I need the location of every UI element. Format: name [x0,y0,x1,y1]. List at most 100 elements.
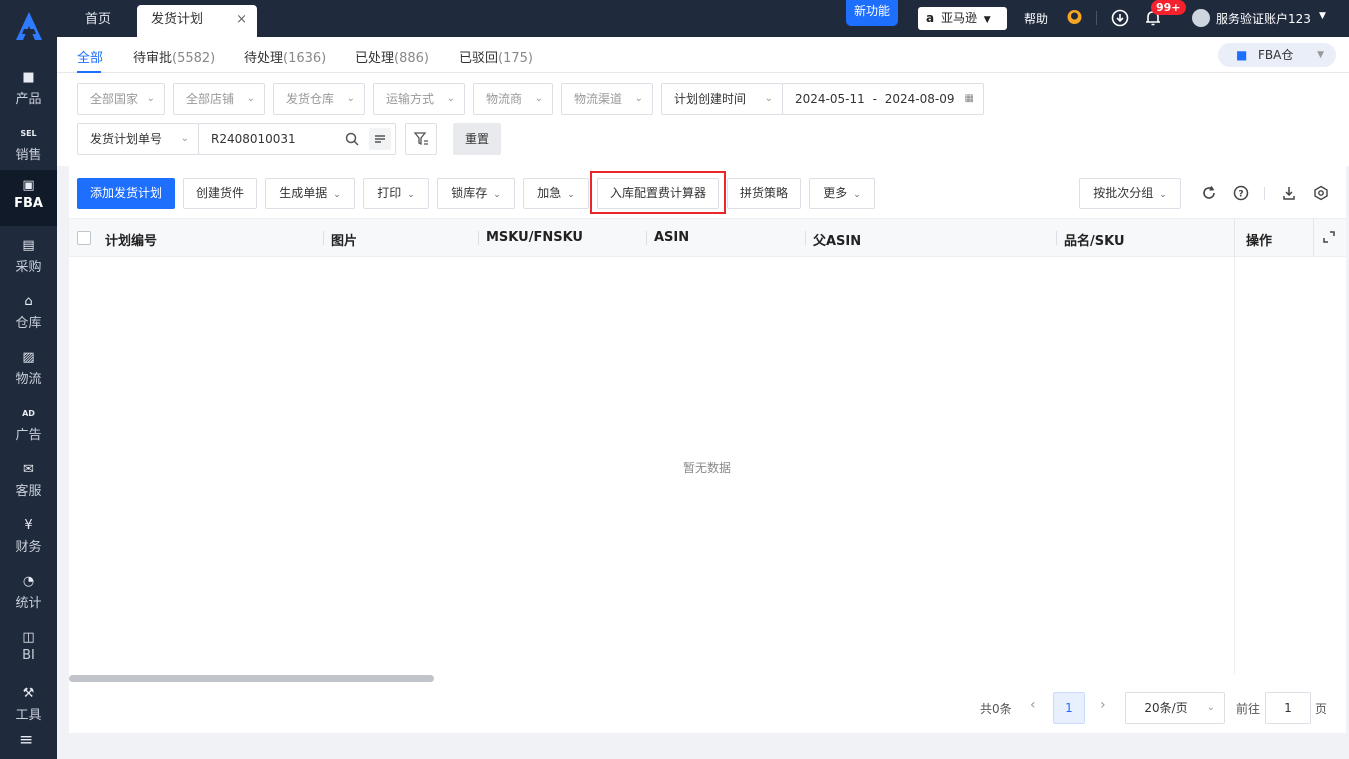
sidebar-item-tools[interactable]: ⚒ 工具 [0,678,57,730]
export-icon[interactable] [1281,185,1297,201]
chevron-right-icon[interactable]: › [1100,697,1106,713]
list-lines-icon [375,135,385,143]
shop-select[interactable]: 全部店铺 ⌄ [173,83,265,115]
page-size-label: 20条/页 [1144,701,1188,715]
button-label: 更多 [823,186,848,200]
chevron-down-icon[interactable]: ▼ [1319,11,1326,21]
menu-collapse-icon[interactable]: ≡ [19,730,33,750]
tab-count: (1636) [283,51,327,66]
fba-warehouse-selector[interactable]: ■ FBA仓 ▼ [1218,43,1336,67]
close-icon[interactable]: × [236,5,247,35]
horizontal-scrollbar[interactable] [69,674,1346,683]
table-header: 计划编号 图片 MSKU/FNSKU ASIN 父ASIN 品名/SKU 操作 [69,218,1346,258]
download-icon[interactable] [1111,9,1129,27]
sidebar-item-service[interactable]: ✉ 客服 [0,454,57,506]
create-shipment-button[interactable]: 创建货件 [183,178,257,209]
tab-to-process[interactable]: 待处理(1636) [244,47,326,66]
date-end: 2024-08-09 [884,92,955,106]
more-button[interactable]: 更多 ⌄ [809,178,875,209]
date-type-select[interactable]: 计划创建时间 ⌄ [661,83,783,115]
scrollbar-thumb[interactable] [69,675,434,682]
column-divider [805,231,806,245]
sidebar-item-label: 客服 [15,484,42,499]
transport-select[interactable]: 运输方式 ⌄ [373,83,465,115]
column-header-actions[interactable]: 操作 [1246,230,1272,249]
sidebar-item-fba[interactable]: ▣ FBA [0,170,57,226]
help-icon[interactable]: ? [1233,185,1249,201]
tab-pending-approval[interactable]: 待审批(5582) [133,47,215,66]
sidebar-item-label: 广告 [15,428,42,443]
column-header-msku[interactable]: MSKU/FNSKU [486,230,583,245]
channel-select[interactable]: 物流渠道 ⌄ [561,83,653,115]
search-input[interactable]: R2408010031 [198,123,396,155]
sidebar-item-stats[interactable]: ◔ 统计 [0,566,57,618]
urgent-button[interactable]: 加急 ⌄ [523,178,589,209]
sidebar-item-finance[interactable]: ¥ 财务 [0,510,57,562]
date-range-picker[interactable]: 2024-05-11 - 2024-08-09 ▦ [782,83,984,115]
button-label: 打印 [377,186,402,200]
customer-service-icon[interactable] [1065,8,1084,27]
avatar[interactable] [1192,9,1210,27]
search-field-select[interactable]: 发货计划单号 ⌄ [77,123,199,155]
ad-icon: AD [22,409,35,418]
divider [1264,187,1265,200]
tab-all[interactable]: 全部 [77,47,103,66]
goto-page-input[interactable]: 1 [1265,692,1311,724]
carrier-select[interactable]: 物流商 ⌄ [473,83,553,115]
date-separator: - [872,92,877,106]
sidebar-item-warehouse[interactable]: ⌂ 仓库 [0,286,57,338]
divider [1096,11,1097,25]
column-header-parent-asin[interactable]: 父ASIN [813,230,861,249]
select-label: 计划创建时间 [674,92,747,106]
sidebar-item-bi[interactable]: ◫ BI [0,622,57,674]
chevron-down-icon: ⌄ [1206,702,1215,713]
generate-docs-button[interactable]: 生成单据 ⌄ [265,178,355,209]
fba-selector-label: FBA仓 [1258,48,1294,62]
search-icon[interactable] [345,132,359,146]
lock-stock-button[interactable]: 锁库存 ⌄ [437,178,515,209]
tab-home[interactable]: 首页 [71,5,125,37]
column-divider [323,231,324,245]
page-number-button[interactable]: 1 [1053,692,1085,724]
column-header-image[interactable]: 图片 [331,230,357,249]
page-suffix: 页 [1315,702,1328,716]
sidebar-item-product[interactable]: ■ 产品 [0,62,57,114]
logo-icon[interactable] [14,10,44,42]
column-divider [1056,231,1057,245]
group-by-select[interactable]: 按批次分组 ⌄ [1079,178,1181,209]
sidebar-item-sales[interactable]: SEL 销售 [0,118,57,170]
add-plan-button[interactable]: 添加发货计划 [77,178,175,209]
advanced-filter-button[interactable] [405,123,437,155]
chevron-left-icon[interactable]: ‹ [1030,697,1036,713]
warehouse-select[interactable]: 发货仓库 ⌄ [273,83,365,115]
column-header-product-name[interactable]: 品名/SKU [1064,230,1125,249]
yen-icon: ¥ [24,518,33,533]
print-button[interactable]: 打印 ⌄ [363,178,429,209]
tab-rejected[interactable]: 已驳回(175) [459,47,533,66]
sidebar-item-logistics[interactable]: ▨ 物流 [0,342,57,394]
column-header-asin[interactable]: ASIN [654,230,689,245]
fullscreen-icon[interactable] [1322,230,1336,244]
reset-button[interactable]: 重置 [453,123,501,155]
sidebar-item-ads[interactable]: AD 广告 [0,398,57,450]
account-name[interactable]: 服务验证账户123 [1216,10,1311,27]
tab-shipment-plan[interactable]: 发货计划 × [137,5,257,37]
multi-line-search-icon[interactable] [369,128,391,150]
goto-label: 前往 [1236,702,1261,716]
chevron-down-icon: ⌄ [634,93,643,104]
tab-label: 首页 [85,12,112,27]
sidebar-item-purchase[interactable]: ▤ 采购 [0,230,57,282]
tab-processed[interactable]: 已处理(886) [355,47,429,66]
platform-selector[interactable]: a 亚马逊 ▼ [918,7,1007,30]
column-settings-icon[interactable] [1313,185,1329,201]
help-link[interactable]: 帮助 [1024,10,1048,27]
consolidation-strategy-button[interactable]: 拼货策略 [727,178,801,209]
refresh-icon[interactable] [1201,185,1217,201]
status-tabs: 全部 待审批(5582) 待处理(1636) 已处理(886) 已驳回(175)… [57,37,1349,73]
page-size-select[interactable]: 20条/页 ⌄ [1125,692,1225,724]
select-all-checkbox[interactable] [77,231,91,245]
new-feature-button[interactable]: 新功能 [846,0,898,26]
country-select[interactable]: 全部国家 ⌄ [77,83,165,115]
select-label: 全部国家 [90,92,139,106]
column-header-plan-no[interactable]: 计划编号 [105,230,157,249]
